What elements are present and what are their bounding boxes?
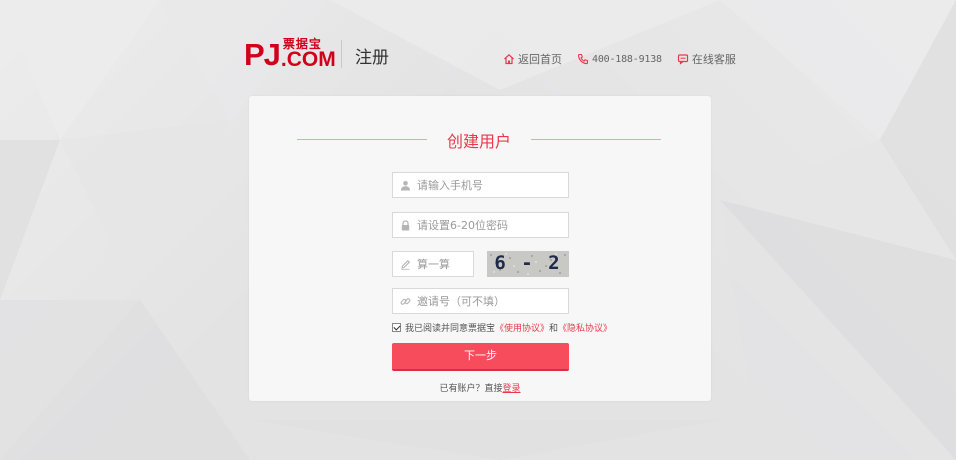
pencil-icon bbox=[401, 259, 411, 270]
page-title: 注册 bbox=[355, 48, 389, 68]
card-title: 创建用户 bbox=[446, 132, 511, 151]
captcha-text: 6 - 2 = ? bbox=[494, 252, 562, 277]
login-line: 已有账户？直接登录 bbox=[249, 381, 711, 394]
logo[interactable]: PJ 票据宝 .COM bbox=[244, 36, 336, 70]
online-service-link[interactable]: 在线客服 bbox=[677, 51, 736, 67]
online-service-label: 在线客服 bbox=[691, 53, 736, 66]
captcha-image[interactable]: 6 - 2 = ? bbox=[487, 251, 569, 277]
home-link-label: 返回首页 bbox=[518, 53, 562, 66]
invite-field[interactable] bbox=[392, 288, 569, 314]
login-prompt: 已有账户？直接 bbox=[439, 384, 503, 394]
agreement-row: 我已阅读并同意票据宝 《使用协议》 和 《隐私协议》 bbox=[392, 321, 612, 334]
header-divider bbox=[341, 40, 342, 68]
phone-field[interactable] bbox=[392, 172, 569, 198]
home-icon bbox=[504, 53, 514, 65]
captcha-field[interactable] bbox=[392, 251, 474, 277]
password-field[interactable] bbox=[392, 212, 569, 238]
lock-icon bbox=[401, 219, 410, 230]
hotline-number: 400-188-9138 bbox=[592, 53, 662, 65]
agree-prefix: 我已阅读并同意票据宝 bbox=[405, 324, 496, 334]
terms-link[interactable]: 《使用协议》 bbox=[495, 321, 549, 334]
password-input[interactable] bbox=[417, 218, 568, 232]
hotline: 400-188-9138 bbox=[577, 53, 662, 65]
top-nav: 返回首页 400-188-9138 在线客服 bbox=[503, 51, 751, 67]
logo-pj: PJ bbox=[244, 37, 281, 72]
phone-icon bbox=[577, 53, 589, 65]
agree-and: 和 bbox=[549, 324, 559, 334]
user-icon bbox=[401, 180, 410, 190]
chat-icon bbox=[677, 54, 688, 65]
invite-input[interactable] bbox=[417, 294, 568, 308]
login-link[interactable]: 登录 bbox=[503, 384, 521, 394]
next-button[interactable]: 下一步 bbox=[392, 343, 569, 371]
logo-com: .COM bbox=[280, 48, 336, 71]
card-title-wrap: 创建用户 bbox=[297, 128, 661, 151]
phone-input[interactable] bbox=[417, 178, 568, 192]
home-link[interactable]: 返回首页 bbox=[503, 51, 562, 67]
link-icon bbox=[400, 297, 411, 305]
agree-checkbox[interactable] bbox=[392, 323, 401, 332]
privacy-link[interactable]: 《隐私协议》 bbox=[558, 321, 612, 334]
captcha-input[interactable] bbox=[417, 257, 473, 271]
